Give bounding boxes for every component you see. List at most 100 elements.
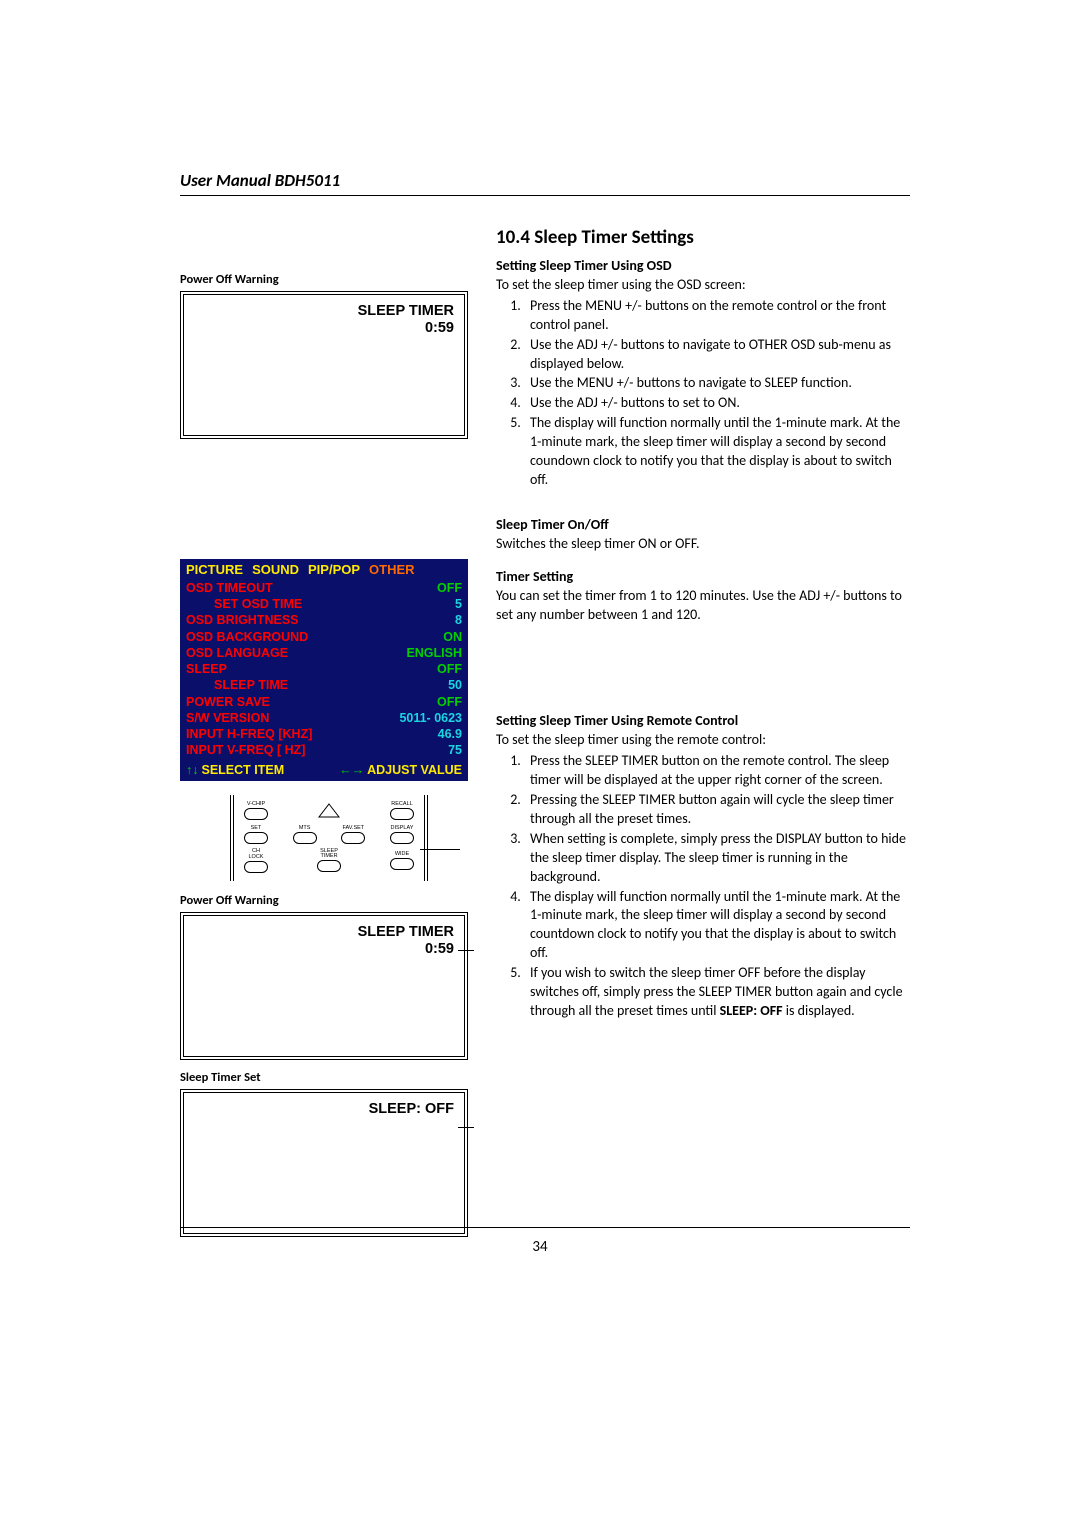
osd-line-label: S/W VERSION	[186, 710, 269, 726]
remote-button	[244, 861, 268, 873]
osd-line-value: OFF	[437, 694, 462, 710]
remote-label-mts: MTS	[293, 825, 317, 831]
osd-footer: ↑↓SELECT ITEM ←→ADJUST VALUE	[180, 761, 468, 781]
remote-button	[390, 832, 414, 844]
osd-line-value: 8	[455, 612, 462, 628]
osd-line-label: OSD TIMEOUT	[186, 580, 273, 596]
tv-corner-text-1: SLEEP TIMER 0:59	[358, 303, 454, 336]
osd-line-label: INPUT H-FREQ [KHZ]	[186, 726, 312, 742]
step-item: When setting is complete, simply press t…	[524, 830, 910, 887]
step-item: Press the SLEEP TIMER button on the remo…	[524, 752, 910, 790]
osd-footer-right: ADJUST VALUE	[367, 763, 462, 777]
tv-illustration-2: SLEEP TIMER 0:59	[180, 912, 468, 1060]
onoff-text: Switches the sleep timer ON or OFF.	[496, 535, 910, 554]
subtitle-timer-setting: Timer Setting	[496, 568, 910, 585]
osd-tab-picture: PICTURE	[186, 562, 243, 579]
sleep-timer-label: SLEEP TIMER	[358, 924, 454, 941]
tv-illustration-1: SLEEP TIMER 0:59	[180, 291, 468, 439]
remote-label-sleep: SLEEP TIMER	[317, 849, 341, 859]
updown-arrows-icon: ↑↓	[186, 763, 199, 777]
tv-corner-text-3: SLEEP: OFF	[369, 1101, 454, 1118]
sleep-timer-label: SLEEP TIMER	[358, 303, 454, 320]
right-column: 10.4 Sleep Timer Settings Setting Sleep …	[496, 226, 910, 1247]
remote-button	[390, 808, 414, 820]
step-item: Use the ADJ +/- buttons to navigate to O…	[524, 336, 910, 374]
remote-label-display: DISPLAY	[390, 825, 414, 831]
page-number: 34	[0, 1238, 1080, 1256]
figure-label-power-off-2: Power Off Warning	[180, 893, 468, 908]
osd-line-label: OSD BACKGROUND	[186, 629, 308, 645]
osd-line-label: POWER SAVE	[186, 694, 270, 710]
subtitle-onoff: Sleep Timer On/Off	[496, 516, 910, 533]
sleep-timer-value: 0:59	[358, 320, 454, 337]
osd-line: OSD BACKGROUNDON	[186, 629, 462, 645]
remote-button	[244, 832, 268, 844]
osd-line: SET OSD TIME 5	[186, 596, 462, 612]
remote-label-favset: FAV.SET	[341, 825, 365, 831]
subtitle-remote: Setting Sleep Timer Using Remote Control	[496, 712, 910, 729]
remote-illustration: V-CHIP RECALL SET MTS FAV.SET DISPLAY CH…	[230, 795, 428, 881]
step-item: Pressing the SLEEP TIMER button again wi…	[524, 791, 910, 829]
leftright-arrows-icon: ←→	[339, 763, 364, 777]
osd-line-value: OFF	[437, 580, 462, 596]
osd-line-value: 75	[448, 742, 462, 758]
leader-line	[458, 1127, 474, 1128]
manual-page: User Manual BDH5011 Power Off Warning SL…	[0, 0, 1080, 1528]
leader-line	[458, 950, 474, 951]
remote-label-recall: RECALL	[390, 801, 414, 807]
osd-line-value: 5	[455, 596, 462, 612]
remote-label-set: SET	[244, 825, 268, 831]
osd-line: SLEEP TIME50	[186, 677, 462, 693]
content-columns: Power Off Warning SLEEP TIMER 0:59 PICTU…	[180, 226, 910, 1247]
dpad-up-icon	[314, 801, 344, 821]
remote-label-vchip: V-CHIP	[244, 801, 268, 807]
osd-line-value: 5011- 0623	[399, 710, 462, 726]
step-item: If you wish to switch the sleep timer OF…	[524, 964, 910, 1021]
sleep-off-label: SLEEP: OFF	[369, 1101, 454, 1118]
osd-tab-sound: SOUND	[252, 562, 299, 579]
osd-line-label: SLEEP	[186, 661, 227, 677]
osd-body: OSD TIMEOUTOFFSET OSD TIME5OSD BRIGHTNES…	[180, 580, 468, 761]
osd-line-value: 50	[448, 677, 462, 693]
osd-line-label: INPUT V-FREQ [ HZ]	[186, 742, 305, 758]
osd-footer-left: SELECT ITEM	[202, 763, 285, 777]
step-item: The display will function normally until…	[524, 888, 910, 964]
osd-line-value: OFF	[437, 661, 462, 677]
sleep-timer-value: 0:59	[358, 941, 454, 958]
osd-menu: PICTURE SOUND PIP/POP OTHER OSD TIMEOUT O…	[180, 559, 468, 781]
remote-steps-list: Press the SLEEP TIMER button on the remo…	[496, 752, 910, 1020]
osd-line: SLEEP OFF	[186, 661, 462, 677]
remote-button	[293, 832, 317, 844]
remote-button-sleep	[317, 860, 341, 872]
step-item: Use the MENU +/- buttons to navigate to …	[524, 374, 910, 393]
step-item: Use the ADJ +/- buttons to set to ON.	[524, 394, 910, 413]
remote-button	[341, 832, 365, 844]
remote-label-wide: WIDE	[390, 851, 414, 857]
osd-line: OSD BRIGHTNESS 8	[186, 612, 462, 628]
osd-line: INPUT H-FREQ [KHZ] 46.9	[186, 726, 462, 742]
osd-tab-other: OTHER	[369, 562, 415, 579]
osd-line-label: OSD BRIGHTNESS	[186, 612, 299, 628]
sleep-off-bold: SLEEP: OFF	[720, 1002, 783, 1019]
step-item: Press the MENU +/- buttons on the remote…	[524, 297, 910, 335]
header-title: User Manual BDH5011	[180, 170, 340, 191]
osd-steps-list: Press the MENU +/- buttons on the remote…	[496, 297, 910, 490]
osd-line-value: ENGLISH	[406, 645, 462, 661]
osd-line: OSD LANGUAGEENGLISH	[186, 645, 462, 661]
tv-corner-text-2: SLEEP TIMER 0:59	[358, 924, 454, 957]
figure-label-power-off-1: Power Off Warning	[180, 272, 468, 287]
osd-tabs: PICTURE SOUND PIP/POP OTHER	[180, 559, 468, 580]
osd-line-value: 46.9	[438, 726, 462, 742]
tv-illustration-3: SLEEP: OFF	[180, 1089, 468, 1237]
section-title: 10.4 Sleep Timer Settings	[496, 226, 910, 249]
osd-line: INPUT V-FREQ [ HZ] 75	[186, 742, 462, 758]
page-header: User Manual BDH5011	[180, 170, 910, 196]
osd-line: POWER SAVE OFF	[186, 694, 462, 710]
remote-button	[390, 858, 414, 870]
figure-label-sleep-timer-set: Sleep Timer Set	[180, 1070, 468, 1085]
footer-rule	[180, 1227, 910, 1228]
step-item: The display will function normally until…	[524, 414, 910, 490]
osd-line-label: SET OSD TIME	[214, 596, 302, 612]
remote-intro: To set the sleep timer using the remote …	[496, 731, 910, 750]
left-column: Power Off Warning SLEEP TIMER 0:59 PICTU…	[180, 226, 468, 1247]
